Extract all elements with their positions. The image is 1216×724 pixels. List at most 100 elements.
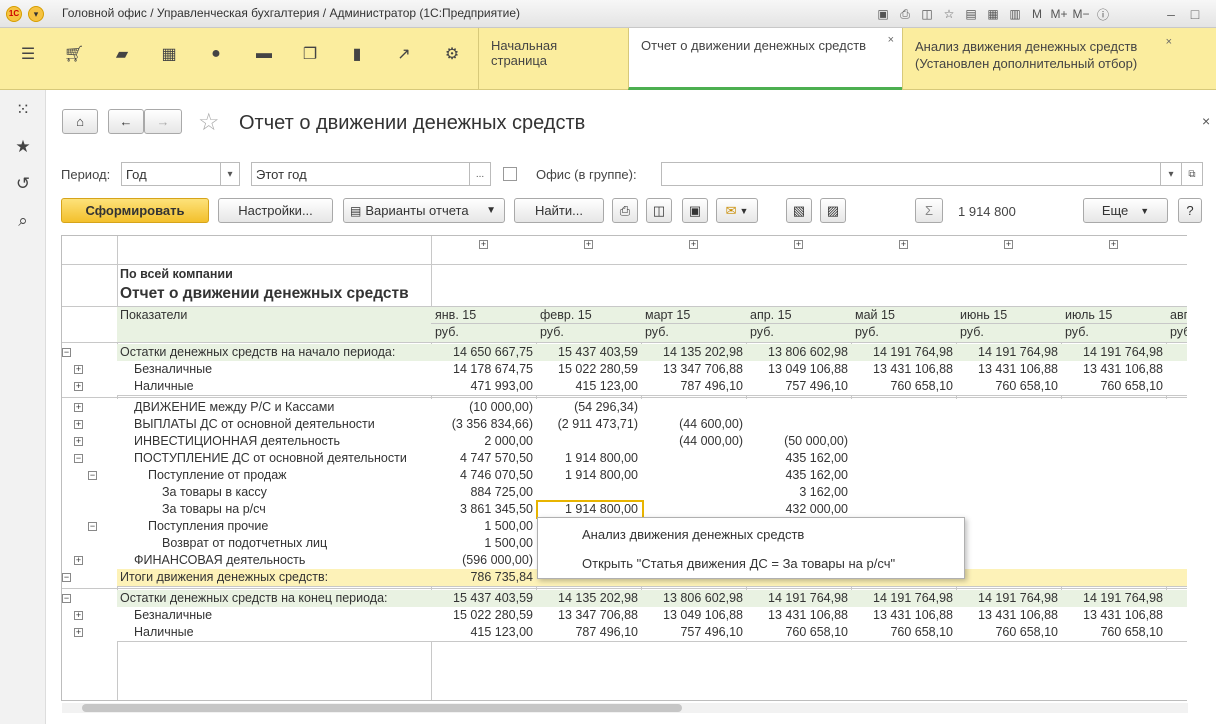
more-button[interactable]: Еще ▼ xyxy=(1083,198,1168,223)
value-cell[interactable] xyxy=(957,467,1058,484)
expand-icon[interactable]: + xyxy=(479,240,488,249)
menu-item-analysis[interactable]: Анализ движения денежных средств xyxy=(582,527,804,542)
value-cell[interactable] xyxy=(1062,518,1163,535)
value-cell[interactable]: (50 000,00) xyxy=(747,433,848,450)
value-cell[interactable]: 760 658,10 xyxy=(957,624,1058,641)
value-cell[interactable]: 1 500,00 xyxy=(432,535,533,552)
favorite-star-icon[interactable]: ☆ xyxy=(198,108,220,137)
value-cell[interactable] xyxy=(642,399,743,416)
value-cell[interactable] xyxy=(1062,484,1163,501)
print-icon[interactable]: ⎙ xyxy=(896,5,914,23)
value-cell[interactable] xyxy=(957,535,1058,552)
calendar-icon[interactable]: ▥ xyxy=(1006,5,1024,23)
tab-cashflow-report[interactable]: Отчет о движении денежных средств × xyxy=(628,28,902,90)
home-button[interactable]: ⌂ xyxy=(62,109,98,134)
expand-icon[interactable]: + xyxy=(74,365,83,374)
value-cell[interactable]: 14 191 764,98 xyxy=(1062,344,1163,361)
value-cell[interactable] xyxy=(537,484,638,501)
expand-icon[interactable]: + xyxy=(74,628,83,637)
save-button[interactable]: ▣ xyxy=(682,198,708,223)
value-cell[interactable] xyxy=(747,416,848,433)
value-cell[interactable] xyxy=(852,433,953,450)
value-cell[interactable] xyxy=(747,399,848,416)
value-cell[interactable]: 1 500,00 xyxy=(432,518,533,535)
value-cell[interactable]: 13 806 602,98 xyxy=(747,344,848,361)
menu-item-open-article[interactable]: Открыть "Статья движения ДС = За товары … xyxy=(582,556,895,571)
expand-icon[interactable]: + xyxy=(74,437,83,446)
value-cell[interactable]: 760 658,10 xyxy=(957,378,1058,395)
value-cell[interactable] xyxy=(1062,569,1163,586)
value-cell[interactable]: (596 000,00) xyxy=(432,552,533,569)
collapse-icon[interactable]: − xyxy=(62,594,71,603)
value-cell[interactable] xyxy=(957,501,1058,518)
maximize-icon[interactable]: □ xyxy=(1184,4,1206,24)
chevron-down-icon[interactable]: ▾ xyxy=(220,162,240,186)
value-cell[interactable] xyxy=(537,433,638,450)
scrollbar-thumb[interactable] xyxy=(82,704,682,712)
value-cell[interactable]: 4 746 070,50 xyxy=(432,467,533,484)
value-cell[interactable]: 13 431 106,88 xyxy=(1062,607,1163,624)
value-cell[interactable]: 760 658,10 xyxy=(852,378,953,395)
settings-button[interactable]: Настройки... xyxy=(218,198,333,223)
value-cell[interactable] xyxy=(957,569,1058,586)
value-cell[interactable]: 15 437 403,59 xyxy=(432,590,533,607)
documents-icon[interactable]: ❐ xyxy=(298,42,322,66)
value-cell[interactable]: 14 191 764,98 xyxy=(957,590,1058,607)
horizontal-scrollbar[interactable] xyxy=(62,703,1188,713)
value-cell[interactable]: 432 000,00 xyxy=(747,501,848,518)
value-cell[interactable]: 14 650 667,75 xyxy=(432,344,533,361)
value-cell[interactable]: 14 135 202,98 xyxy=(537,590,638,607)
value-cell[interactable] xyxy=(957,518,1058,535)
value-cell[interactable] xyxy=(642,484,743,501)
search-icon[interactable]: ⌕ xyxy=(11,209,35,233)
generate-button[interactable]: Сформировать xyxy=(61,198,209,223)
memory-plus-icon[interactable]: M+ xyxy=(1050,5,1068,23)
value-cell[interactable]: 14 191 764,98 xyxy=(852,590,953,607)
money-icon[interactable]: ● xyxy=(204,42,228,66)
value-cell[interactable] xyxy=(642,467,743,484)
expand-icon[interactable]: + xyxy=(74,611,83,620)
value-cell[interactable]: 14 191 764,98 xyxy=(852,344,953,361)
forward-button[interactable]: → xyxy=(144,109,182,134)
value-cell[interactable] xyxy=(852,484,953,501)
value-cell[interactable]: (3 356 834,66) xyxy=(432,416,533,433)
value-cell[interactable]: 13 431 106,88 xyxy=(852,361,953,378)
value-cell[interactable]: 14 191 764,98 xyxy=(1062,590,1163,607)
value-cell[interactable] xyxy=(957,484,1058,501)
close-icon[interactable]: × xyxy=(1202,113,1210,129)
calculator-icon[interactable]: ▦ xyxy=(984,5,1002,23)
value-cell[interactable]: 1 914 800,00 xyxy=(537,450,638,467)
value-cell[interactable]: 15 022 280,59 xyxy=(432,607,533,624)
value-cell[interactable]: 787 496,10 xyxy=(642,378,743,395)
value-cell[interactable]: 760 658,10 xyxy=(1062,378,1163,395)
bar-chart-icon[interactable]: ▮ xyxy=(345,42,369,66)
value-cell[interactable]: 13 431 106,88 xyxy=(852,607,953,624)
close-icon[interactable]: × xyxy=(888,34,894,46)
office-checkbox[interactable] xyxy=(503,167,517,181)
value-cell[interactable]: 13 431 106,88 xyxy=(957,607,1058,624)
expand-icon[interactable]: + xyxy=(1109,240,1118,249)
value-cell[interactable]: (44 000,00) xyxy=(642,433,743,450)
value-cell[interactable]: 13 431 106,88 xyxy=(747,607,848,624)
value-cell[interactable] xyxy=(642,501,743,518)
copy-button[interactable]: ▧ xyxy=(786,198,812,223)
trend-icon[interactable]: ↗ xyxy=(392,42,416,66)
collapse-icon[interactable]: − xyxy=(62,573,71,582)
value-cell[interactable]: 14 135 202,98 xyxy=(642,344,743,361)
value-cell[interactable]: 14 191 764,98 xyxy=(747,590,848,607)
sum-button[interactable]: Σ xyxy=(915,198,943,223)
history-icon[interactable]: ▤ xyxy=(962,5,980,23)
preview-button[interactable]: ◫ xyxy=(646,198,672,223)
apps-icon[interactable]: ⁙ xyxy=(11,98,35,122)
value-cell[interactable] xyxy=(1062,552,1163,569)
truck-icon[interactable]: ▬ xyxy=(252,42,276,66)
open-icon[interactable]: ⧉ xyxy=(1181,162,1203,186)
save-icon[interactable]: ▣ xyxy=(874,5,892,23)
report-spreadsheet[interactable]: + + + + + + + По всей компании Отчет о движении … xyxy=(61,235,1187,701)
collapse-icon[interactable]: − xyxy=(74,454,83,463)
value-cell[interactable]: 13 431 106,88 xyxy=(957,361,1058,378)
menu-icon[interactable]: ☰ xyxy=(16,42,40,66)
value-cell[interactable] xyxy=(957,450,1058,467)
value-cell[interactable] xyxy=(1062,433,1163,450)
value-cell[interactable]: 13 347 706,88 xyxy=(642,361,743,378)
